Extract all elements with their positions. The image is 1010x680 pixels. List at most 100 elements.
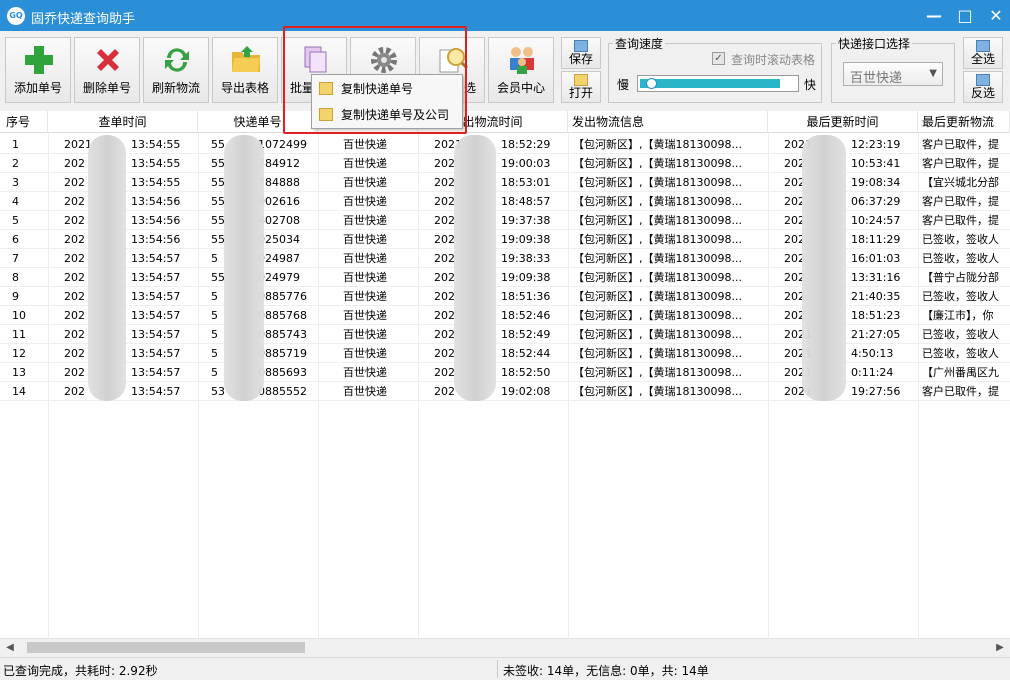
header-ship-info[interactable]: 发出物流信息 xyxy=(568,111,768,133)
cell-num_suf: 1072499 xyxy=(258,138,307,151)
highlight-box xyxy=(283,26,467,134)
cell-linfo: 【普宁占陇分部 xyxy=(922,271,999,284)
cell-sinfo: 【包河新区】,【黄瑞18130098... xyxy=(573,385,742,398)
add-tracking-button[interactable]: 添加单号 xyxy=(5,37,71,103)
speed-slider-knob[interactable] xyxy=(646,78,657,89)
cell-linfo: 【宜兴城北分部 xyxy=(922,176,999,189)
table-row[interactable]: 14 202 13:54:57 53 0885552 百世快递 202 19:02:08 【包河… xyxy=(0,382,1010,401)
cell-linfo: 客户已取件，提 xyxy=(922,157,999,170)
cell-no: 6 xyxy=(12,233,19,246)
cell-sinfo: 【包河新区】,【黄瑞18130098... xyxy=(573,233,742,246)
scroll-table-checkbox[interactable]: ✓ xyxy=(712,52,725,65)
cell-num_suf: 0885776 xyxy=(258,290,307,303)
cell-co: 百世快递 xyxy=(343,233,387,246)
cell-co: 百世快递 xyxy=(343,385,387,398)
cell-sinfo: 【包河新区】,【黄瑞18130098... xyxy=(573,347,742,360)
table-row[interactable]: 6 202 13:54:56 55 025034 百世快递 202 19:09:38 【包河新区… xyxy=(0,230,1010,249)
window-title: 固乔快递查询助手 xyxy=(31,12,136,27)
maximize-button[interactable]: □ xyxy=(951,0,979,31)
delete-tracking-label: 删除单号 xyxy=(82,81,131,95)
cell-qtime: 13:54:57 xyxy=(131,328,181,341)
cell-no: 4 xyxy=(12,195,19,208)
minimize-button[interactable]: — xyxy=(920,0,948,31)
cell-co: 百世快递 xyxy=(343,347,387,360)
table-row[interactable]: 13 202 13:54:57 5 0885693 百世快递 202 18:52:50 【包河新… xyxy=(0,363,1010,382)
table-row[interactable]: 2 202 13:54:55 55 784912 百世快递 202 19:00:03 【包河新区… xyxy=(0,154,1010,173)
cell-ltime: 10:53:41 xyxy=(851,157,901,170)
cell-sinfo: 【包河新区】,【黄瑞18130098... xyxy=(573,328,742,341)
cell-qtime: 13:54:57 xyxy=(131,252,181,265)
cell-num_suf: 0885693 xyxy=(258,366,307,379)
cell-ltime: 0:11:24 xyxy=(851,366,894,379)
delete-tracking-button[interactable]: 删除单号 xyxy=(74,37,140,103)
header-last-update-time[interactable]: 最后更新时间 xyxy=(768,111,918,133)
table-row[interactable]: 8 202 13:54:57 55 024979 百世快递 202 19:09:38 【包河新区… xyxy=(0,268,1010,287)
cell-stime: 19:37:38 xyxy=(501,214,551,227)
table-row[interactable]: 9 202 13:54:57 5 0885776 百世快递 202 18:51:36 【包河新区… xyxy=(0,287,1010,306)
cell-ltime: 06:37:29 xyxy=(851,195,901,208)
cell-qtime: 13:54:56 xyxy=(131,195,181,208)
scroll-table-label: 查询时滚动表格 xyxy=(731,53,816,67)
save-button[interactable]: 保存 xyxy=(561,37,601,69)
header-index[interactable]: 序号 xyxy=(0,111,48,133)
cell-ltime: 18:51:23 xyxy=(851,309,901,322)
cell-num_suf: 0885768 xyxy=(258,309,307,322)
plus-icon xyxy=(25,46,53,74)
app-icon: GQ xyxy=(7,7,25,25)
cell-sinfo: 【包河新区】,【黄瑞18130098... xyxy=(573,309,742,322)
cell-linfo: 已签收，签收人 xyxy=(922,328,999,341)
cell-num_suf: 025034 xyxy=(258,233,300,246)
open-icon xyxy=(574,74,588,86)
scrollbar-thumb[interactable] xyxy=(27,642,305,653)
cell-no: 11 xyxy=(12,328,26,341)
cell-linfo: 客户已取件，提 xyxy=(922,214,999,227)
cell-stime: 18:52:29 xyxy=(501,138,551,151)
scroll-left-icon[interactable]: ◀ xyxy=(2,640,18,655)
table-row[interactable]: 5 202 13:54:56 55 402708 百世快递 202 19:37:38 【包河新区… xyxy=(0,211,1010,230)
cell-ltime: 10:24:57 xyxy=(851,214,901,227)
table-row[interactable]: 11 202 13:54:57 5 0885743 百世快递 202 18:52:49 【包河新… xyxy=(0,325,1010,344)
cell-stime: 19:02:08 xyxy=(501,385,551,398)
cell-num_suf: 024987 xyxy=(258,252,300,265)
api-select[interactable]: 百世快递 ▼ xyxy=(843,62,943,86)
table-row[interactable]: 4 202 13:54:56 55 902616 百世快递 202 18:48:57 【包河新区… xyxy=(0,192,1010,211)
table-row[interactable]: 1 2021 13:54:55 55 1072499 百世快递 2021 18:52:29 【包… xyxy=(0,135,1010,154)
invert-select-button[interactable]: 反选 xyxy=(963,71,1003,103)
status-left: 已查询完成，共耗时: 2.92秒 xyxy=(3,664,158,678)
table-row[interactable]: 12 202 13:54:57 5 0885719 百世快递 202 18:52:44 【包河新… xyxy=(0,344,1010,363)
scroll-right-icon[interactable]: ▶ xyxy=(992,640,1008,655)
cell-stime: 19:09:38 xyxy=(501,233,551,246)
tracking-table[interactable]: 序号 查单时间 快递单号 快递公司 出物流时间 发出物流信息 最后更新时间 最后… xyxy=(0,111,1010,638)
cell-num_suf: 784888 xyxy=(258,176,300,189)
table-row[interactable]: 3 202 13:54:55 55 784888 百世快递 202 18:53:01 【包河新区… xyxy=(0,173,1010,192)
member-center-button[interactable]: 会员中心 xyxy=(488,37,554,103)
refresh-logistics-button[interactable]: 刷新物流 xyxy=(143,37,209,103)
cell-sinfo: 【包河新区】,【黄瑞18130098... xyxy=(573,214,742,227)
cell-num_suf: 0885552 xyxy=(258,385,307,398)
cell-linfo: 已签收，签收人 xyxy=(922,252,999,265)
horizontal-scrollbar[interactable]: ◀ ▶ xyxy=(0,638,1010,655)
status-bar: 已查询完成，共耗时: 2.92秒 未签收: 14单，无信息: 0单，共: 14单 xyxy=(0,657,1010,680)
speed-slider[interactable] xyxy=(637,75,799,92)
cell-qtime: 13:54:57 xyxy=(131,290,181,303)
cell-sinfo: 【包河新区】,【黄瑞18130098... xyxy=(573,176,742,189)
table-row[interactable]: 7 202 13:54:57 5 024987 百世快递 202 19:38:33 【包河新区】… xyxy=(0,249,1010,268)
header-last-update-info[interactable]: 最后更新物流 xyxy=(918,111,1010,133)
cell-co: 百世快递 xyxy=(343,157,387,170)
invert-select-icon xyxy=(976,74,990,86)
cell-sinfo: 【包河新区】,【黄瑞18130098... xyxy=(573,138,742,151)
close-button[interactable]: ✕ xyxy=(982,0,1010,31)
select-all-button[interactable]: 全选 xyxy=(963,37,1003,69)
cell-num_suf: 784912 xyxy=(258,157,300,170)
cell-stime: 19:00:03 xyxy=(501,157,551,170)
cell-co: 百世快递 xyxy=(343,176,387,189)
cell-sinfo: 【包河新区】,【黄瑞18130098... xyxy=(573,157,742,170)
cell-no: 1 xyxy=(12,138,19,151)
export-table-button[interactable]: 导出表格 xyxy=(212,37,278,103)
header-query-time[interactable]: 查单时间 xyxy=(48,111,198,133)
table-row[interactable]: 10 202 13:54:57 5 0885768 百世快递 202 18:52:46 【包河新… xyxy=(0,306,1010,325)
cell-co: 百世快递 xyxy=(343,252,387,265)
cell-num_suf: 402708 xyxy=(258,214,300,227)
status-divider xyxy=(497,660,498,678)
open-button[interactable]: 打开 xyxy=(561,71,601,103)
